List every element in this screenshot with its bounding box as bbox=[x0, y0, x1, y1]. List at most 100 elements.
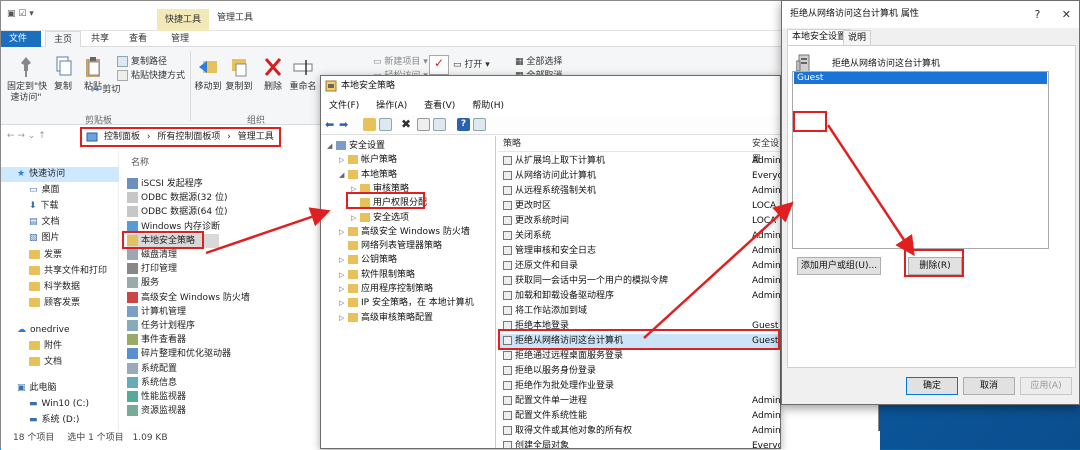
properties-icon[interactable] bbox=[417, 118, 430, 131]
policy-row[interactable]: 取得文件或其他对象的所有权 Administrators bbox=[498, 424, 780, 439]
policy-row[interactable]: 管理审核和安全日志 Admini bbox=[498, 244, 780, 259]
tab-local-security-setting[interactable]: 本地安全设置 bbox=[787, 29, 852, 45]
rename-button[interactable]: 重命名 bbox=[288, 55, 318, 93]
tree-item[interactable]: ▷ 高级安全 Windows 防火墙 bbox=[339, 225, 470, 239]
nav-item[interactable]: 发票 bbox=[1, 248, 119, 263]
paste-shortcut-button[interactable]: 粘贴快捷方式 bbox=[117, 69, 185, 83]
back-arrow-icon[interactable]: ⬅ bbox=[325, 118, 338, 131]
file-item[interactable]: 性能监视器 bbox=[127, 390, 186, 404]
dialog-close-icon[interactable]: ✕ bbox=[1062, 8, 1071, 21]
file-item[interactable]: 高级安全 Windows 防火墙 bbox=[127, 291, 250, 305]
policy-row[interactable]: 创建全局对象 Everyone,LOCAL SERV... bbox=[498, 439, 780, 448]
policy-row[interactable]: 更改系统时间 LOCA bbox=[498, 214, 780, 229]
tree-expand-icon[interactable]: ▷ bbox=[339, 253, 348, 267]
properties-check-icon[interactable]: ✓ bbox=[429, 55, 449, 75]
nav-item[interactable]: 附件 bbox=[1, 339, 119, 354]
file-item[interactable]: 资源监视器 bbox=[127, 404, 186, 418]
tree-expand-icon[interactable]: ▷ bbox=[339, 268, 348, 282]
policy-row[interactable]: 更改时区 LOCA bbox=[498, 199, 780, 214]
policy-row[interactable]: 关闭系统 Admini bbox=[498, 229, 780, 244]
policy-row[interactable]: 拒绝以服务身份登录 bbox=[498, 364, 780, 379]
breadcrumb-control-panel[interactable]: 控制面板 bbox=[104, 132, 140, 142]
file-item[interactable]: ODBC 数据源(64 位) bbox=[127, 205, 228, 219]
menu-view[interactable]: 查看(V) bbox=[424, 101, 455, 111]
pin-quick-access-button[interactable]: 固定到"快 速访问" bbox=[7, 55, 47, 104]
help-icon[interactable]: ? bbox=[457, 118, 470, 131]
folder-up-icon[interactable] bbox=[363, 118, 376, 131]
copy-to-button[interactable]: 复制到 bbox=[224, 55, 254, 93]
menu-file[interactable]: 文件(F) bbox=[329, 101, 359, 111]
policy-row[interactable]: 从远程系统强制关机 Admini bbox=[498, 184, 780, 199]
tree-item[interactable]: ◢ 安全设置 bbox=[327, 139, 385, 153]
tree-expand-icon[interactable]: ▷ bbox=[351, 211, 360, 225]
tab-file[interactable]: 文件 bbox=[1, 31, 41, 47]
policy-row[interactable]: 获取同一会话中另一个用户的模拟令牌 Admini bbox=[498, 274, 780, 289]
nav-item[interactable]: ▧ 图片 bbox=[1, 231, 119, 246]
dialog-help-icon[interactable]: ? bbox=[1034, 8, 1040, 21]
nav-item[interactable]: ⬇ 下载 bbox=[1, 199, 119, 214]
tree-item[interactable]: ▷ 帐户策略 bbox=[339, 153, 397, 167]
export-list-icon[interactable] bbox=[433, 118, 446, 131]
policy-row[interactable]: 拒绝作为批处理作业登录 bbox=[498, 379, 780, 394]
quick-access-toolbar[interactable]: ▣ ☑ ▾ bbox=[7, 9, 34, 19]
file-item[interactable]: 系统配置 bbox=[127, 362, 177, 376]
policy-row[interactable]: 配置文件单一进程 Administrators bbox=[498, 394, 780, 409]
file-item[interactable]: iSCSI 发起程序 bbox=[127, 177, 203, 191]
column-name-header[interactable]: 名称 bbox=[131, 155, 149, 168]
delete-icon[interactable]: ✖ bbox=[401, 118, 414, 131]
tree-item[interactable]: ▷ 公钥策略 bbox=[339, 253, 397, 267]
new-item-button[interactable]: ▭ 新建项目 ▾ bbox=[373, 55, 428, 69]
menu-help[interactable]: 帮助(H) bbox=[472, 101, 504, 111]
select-all-button[interactable]: ▦ 全部选择 bbox=[515, 55, 562, 69]
tab-share[interactable]: 共享 bbox=[83, 31, 117, 47]
nav-item[interactable]: 顾客发票 bbox=[1, 296, 119, 311]
tree-expand-icon[interactable]: ▷ bbox=[339, 225, 348, 239]
cut-button[interactable]: ✂ 剪切 bbox=[87, 83, 185, 97]
tree-expand-icon[interactable]: ▷ bbox=[339, 282, 348, 296]
nav-item[interactable]: ★ 快速访问 bbox=[1, 167, 119, 182]
nav-item[interactable]: 文档 bbox=[1, 355, 119, 370]
tree-item[interactable]: 网络列表管理器策略 bbox=[339, 239, 442, 253]
user-group-list[interactable]: Guest bbox=[792, 71, 1049, 249]
nav-item[interactable]: 共享文件和打印 bbox=[1, 264, 119, 279]
address-bar[interactable]: 控制面板 › 所有控制面板项 › 管理工具 bbox=[80, 127, 281, 147]
nav-item[interactable]: 科学数据 bbox=[1, 280, 119, 295]
file-item[interactable]: 磁盘清理 bbox=[127, 248, 177, 262]
forward-arrow-icon[interactable]: ➡ bbox=[339, 118, 352, 131]
nav-item[interactable]: ▤ 文档 bbox=[1, 215, 119, 230]
policy-row[interactable]: 配置文件系统性能 Administrators,NT SE... bbox=[498, 409, 780, 424]
show-tree-icon[interactable] bbox=[379, 118, 392, 131]
tree-item[interactable]: ▷ 安全选项 bbox=[351, 211, 409, 225]
tree-expand-icon[interactable]: ◢ bbox=[339, 168, 348, 182]
tree-item[interactable]: ▷ 高级审核策略配置 bbox=[339, 311, 433, 325]
file-item[interactable]: 事件查看器 bbox=[127, 333, 186, 347]
tree-item[interactable]: ▷ 软件限制策略 bbox=[339, 268, 415, 282]
policy-row[interactable]: 还原文件和目录 Admini bbox=[498, 259, 780, 274]
policy-row[interactable]: 将工作站添加到域 bbox=[498, 304, 780, 319]
ok-button[interactable]: 确定 bbox=[906, 377, 958, 395]
tree-item[interactable]: ◢ 本地策略 bbox=[339, 168, 397, 182]
tree-item[interactable]: ▷ 应用程序控制策略 bbox=[339, 282, 433, 296]
column-policy[interactable]: 策略 bbox=[503, 136, 521, 152]
delete-button[interactable]: 删除 bbox=[259, 55, 287, 93]
apply-button[interactable]: 应用(A) bbox=[1020, 377, 1072, 395]
tree-expand-icon[interactable]: ▷ bbox=[339, 311, 348, 325]
tree-expand-icon[interactable]: ▷ bbox=[339, 153, 348, 167]
policy-row[interactable]: 拒绝通过远程桌面服务登录 bbox=[498, 349, 780, 364]
tree-expand-icon[interactable]: ◢ bbox=[327, 139, 336, 153]
file-item[interactable]: 碎片整理和优化驱动器 bbox=[127, 347, 231, 361]
file-item[interactable]: 服务 bbox=[127, 276, 159, 290]
file-item[interactable]: 系统信息 bbox=[127, 376, 177, 390]
tab-view[interactable]: 查看 bbox=[121, 31, 155, 47]
copy-button[interactable]: 复制 bbox=[49, 55, 77, 93]
breadcrumb-admin-tools[interactable]: 管理工具 bbox=[238, 132, 274, 142]
nav-item[interactable]: ▭ 桌面 bbox=[1, 183, 119, 198]
file-item[interactable]: ODBC 数据源(32 位) bbox=[127, 191, 228, 205]
nav-item[interactable]: ▬ Win10 (C:) bbox=[1, 397, 119, 412]
tree-expand-icon[interactable]: ▷ bbox=[339, 296, 348, 310]
tab-explain[interactable]: 说明 bbox=[843, 30, 872, 45]
move-to-button[interactable]: 移动到 bbox=[193, 55, 223, 93]
policy-row[interactable]: 从扩展坞上取下计算机 Admini bbox=[498, 154, 780, 169]
ribbon-context-tab[interactable]: 快捷工具 bbox=[157, 9, 209, 31]
file-item[interactable]: 计算机管理 bbox=[127, 305, 186, 319]
